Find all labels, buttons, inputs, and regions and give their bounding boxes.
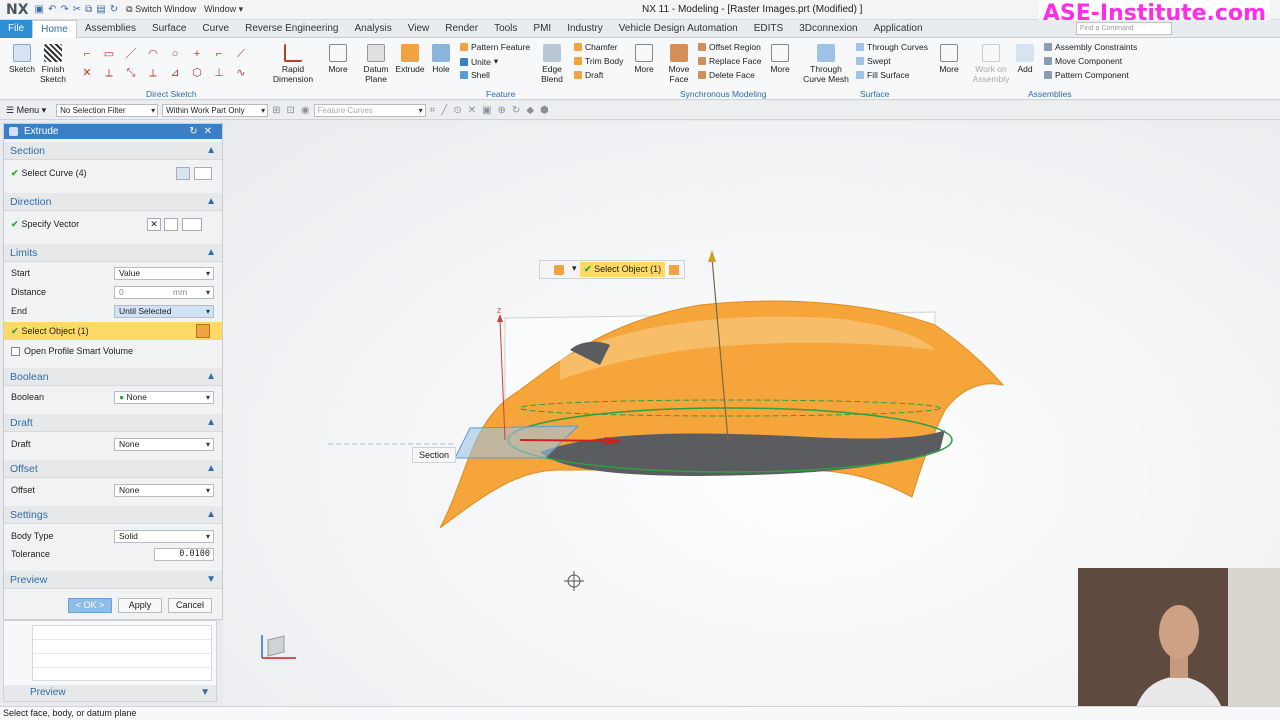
body-icon: [554, 265, 564, 275]
select-object-popup[interactable]: ▾ ✔ Select Object (1): [539, 260, 685, 279]
vector-handle-arrow-icon[interactable]: [708, 250, 716, 262]
popup-select-object[interactable]: ✔ Select Object (1): [580, 262, 666, 277]
presenter-neck: [1170, 656, 1188, 678]
z-axis-arrow-icon: [497, 314, 503, 322]
triad-cube-icon: [267, 635, 285, 657]
status-bar: Select face, body, or datum plane: [0, 706, 1280, 720]
webcam-overlay: [1078, 568, 1280, 720]
popup-select-object-label: Select Object (1): [594, 264, 662, 274]
status-text: Select face, body, or datum plane: [3, 708, 137, 718]
popup-body-icon: [669, 264, 680, 275]
presenter-image: [1078, 568, 1280, 720]
check-icon: ✔: [584, 264, 592, 274]
webcam-door: [1228, 568, 1280, 720]
presenter-head: [1159, 605, 1199, 659]
section-handle-label: Section: [412, 447, 456, 463]
z-axis-label: Z: [497, 308, 502, 315]
popup-dropdown-icon[interactable]: ▾: [572, 263, 577, 274]
